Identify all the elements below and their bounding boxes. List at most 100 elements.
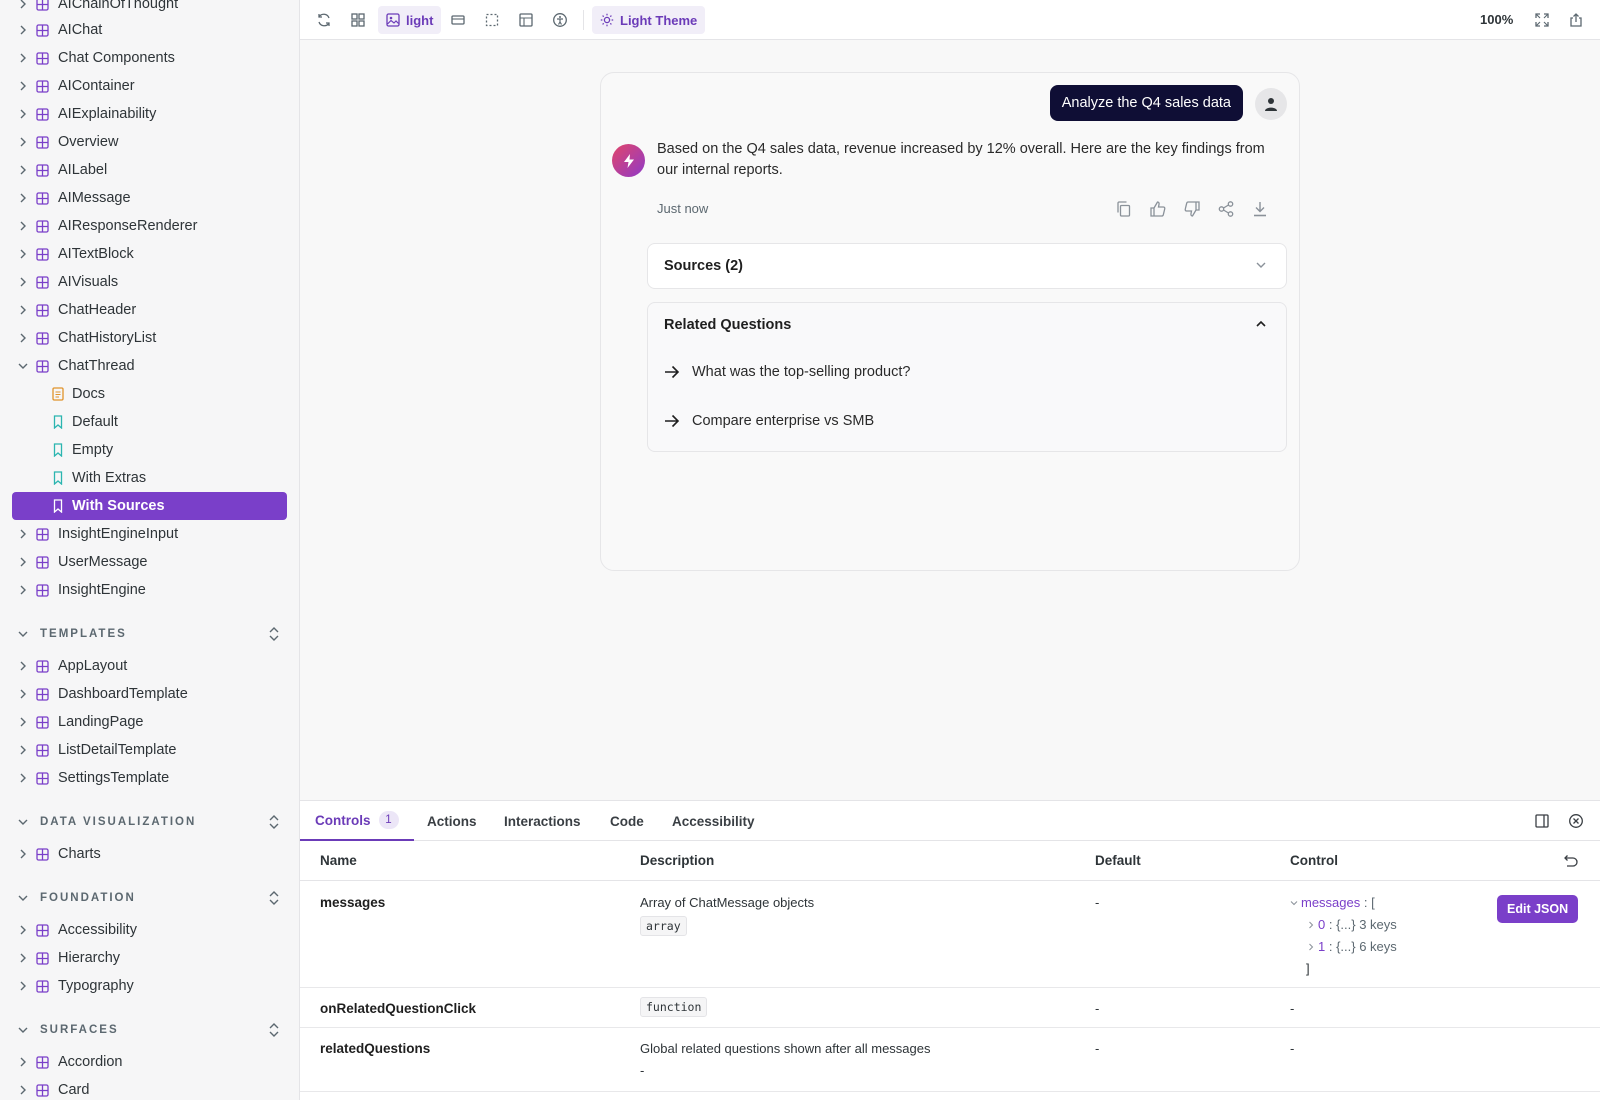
table-row: onRelatedQuestionClick function - - — [300, 988, 1600, 1028]
arg-description-text: Array of ChatMessage objects — [640, 895, 815, 910]
sidebar-item-landingpage[interactable]: LandingPage — [12, 708, 287, 736]
sidebar-item-label: Default — [72, 414, 118, 430]
toolbar-divider — [583, 10, 584, 30]
thumbs-down-button[interactable] — [1181, 198, 1203, 220]
sidebar-item-aimessage[interactable]: AIMessage — [12, 184, 287, 212]
download-button[interactable] — [1249, 198, 1271, 220]
sidebar-item-insightengine[interactable]: InsightEngine — [12, 576, 287, 604]
sidebar-story-docs[interactable]: Docs — [12, 380, 287, 408]
chevron-right-icon — [16, 717, 30, 727]
column-description: Description — [640, 853, 715, 868]
section-foundation[interactable]: FOUNDATION — [12, 886, 287, 910]
sidebar-item-applayout[interactable]: AppLayout — [12, 652, 287, 680]
sidebar-item-insightengineinput[interactable]: InsightEngineInput — [12, 520, 287, 548]
sidebar-story-with-sources[interactable]: With Sources — [12, 492, 287, 520]
sidebar-item-typography[interactable]: Typography — [12, 972, 287, 1000]
panel-tabs: Controls 1 Actions Interactions Code Acc… — [300, 801, 1600, 841]
component-icon — [36, 659, 49, 673]
table-row: messages Array of ChatMessage objects ar… — [300, 881, 1600, 988]
arg-control: - — [1290, 1041, 1295, 1056]
expand-collapse-icon[interactable] — [267, 813, 281, 831]
sidebar-item-label: Card — [58, 1082, 90, 1098]
reload-button[interactable] — [310, 6, 338, 34]
json-key: messages — [1301, 895, 1361, 910]
component-icon — [36, 79, 49, 93]
sidebar-item-overview[interactable]: Overview — [12, 128, 287, 156]
sidebar-item-aichat[interactable]: AIChat — [12, 16, 287, 44]
measure-icon — [519, 13, 533, 27]
related-question-item[interactable]: What was the top-selling product? — [648, 347, 1286, 396]
grid-button[interactable] — [344, 6, 372, 34]
section-data-visualization[interactable]: DATA VISUALIZATION — [12, 810, 287, 834]
theme-button[interactable]: Light Theme — [592, 6, 706, 34]
sidebar-item-chathistorylist[interactable]: ChatHistoryList — [12, 324, 287, 352]
sidebar-item-chat-components[interactable]: Chat Components — [12, 44, 287, 72]
sidebar-story-default[interactable]: Default — [12, 408, 287, 436]
sidebar-item-label: AIChainOfThought — [58, 0, 179, 12]
sidebar-item-accessibility[interactable]: Accessibility — [12, 916, 287, 944]
section-surfaces[interactable]: SURFACES — [12, 1018, 287, 1042]
sidebar-item-ailabel[interactable]: AILabel — [12, 156, 287, 184]
caret-down-icon — [1290, 901, 1298, 906]
viewport-button[interactable] — [444, 6, 472, 34]
sidebar-item-aitextblock[interactable]: AITextBlock — [12, 240, 287, 268]
sidebar-item-airesponserenderer[interactable]: AIResponseRenderer — [12, 212, 287, 240]
sources-header[interactable]: Sources (2) — [648, 244, 1286, 288]
json-node[interactable]: 0 : {...} 3 keys — [1290, 914, 1397, 936]
sidebar-item-chatthread[interactable]: ChatThread — [12, 352, 287, 380]
tab-accessibility[interactable]: Accessibility — [657, 801, 770, 841]
component-icon — [36, 583, 49, 597]
panel-orientation-icon[interactable] — [1534, 813, 1550, 829]
sources-accordion[interactable]: Sources (2) — [647, 243, 1287, 289]
sidebar-item-settingstemplate[interactable]: SettingsTemplate — [12, 764, 287, 792]
chevron-down-icon — [16, 894, 30, 902]
copy-button[interactable] — [1113, 198, 1135, 220]
zoom-level[interactable]: 100% — [1480, 12, 1513, 27]
thumbs-up-button[interactable] — [1147, 198, 1169, 220]
sidebar-story-with-extras[interactable]: With Extras — [12, 464, 287, 492]
sidebar-story-empty[interactable]: Empty — [12, 436, 287, 464]
chat-thread: Analyze the Q4 sales data Based on the Q… — [600, 72, 1300, 571]
tab-controls[interactable]: Controls 1 — [300, 801, 414, 841]
json-root[interactable]: messages : [ — [1290, 892, 1397, 914]
sidebar-item-hierarchy[interactable]: Hierarchy — [12, 944, 287, 972]
sidebar-item-chatheader[interactable]: ChatHeader — [12, 296, 287, 324]
sidebar-item-accordion[interactable]: Accordion — [12, 1048, 287, 1076]
column-default: Default — [1095, 853, 1141, 868]
tab-code[interactable]: Code — [595, 801, 659, 841]
outline-button[interactable] — [478, 6, 506, 34]
reset-icon[interactable] — [1562, 854, 1578, 868]
sidebar-item-aicontainer[interactable]: AIContainer — [12, 72, 287, 100]
tab-actions[interactable]: Actions — [412, 801, 492, 841]
component-icon — [36, 247, 49, 261]
expand-collapse-icon[interactable] — [267, 1021, 281, 1039]
related-questions-header[interactable]: Related Questions — [648, 303, 1286, 347]
chevron-down-icon — [16, 630, 30, 638]
json-node[interactable]: 1 : {...} 6 keys — [1290, 936, 1397, 958]
close-panel-icon[interactable] — [1568, 813, 1584, 829]
sidebar-item-usermessage[interactable]: UserMessage — [12, 548, 287, 576]
expand-collapse-icon[interactable] — [267, 889, 281, 907]
sidebar-item-aivisuals[interactable]: AIVisuals — [12, 268, 287, 296]
related-question-item[interactable]: Compare enterprise vs SMB — [648, 396, 1286, 445]
measure-button[interactable] — [512, 6, 540, 34]
expand-collapse-icon[interactable] — [267, 625, 281, 643]
edit-json-button[interactable]: Edit JSON — [1497, 895, 1579, 923]
accessibility-button[interactable] — [546, 6, 574, 34]
background-button[interactable]: light — [378, 6, 442, 34]
sidebar-item-aiexplainability[interactable]: AIExplainability — [12, 100, 287, 128]
document-icon — [52, 387, 64, 401]
sidebar-item-card[interactable]: Card — [12, 1076, 287, 1100]
chevron-right-icon — [16, 81, 30, 91]
lightning-icon — [623, 153, 634, 168]
tab-interactions[interactable]: Interactions — [489, 801, 596, 841]
sidebar-item-label: AIContainer — [58, 78, 135, 94]
sidebar-item-dashboardtemplate[interactable]: DashboardTemplate — [12, 680, 287, 708]
share-button[interactable] — [1562, 6, 1590, 34]
arg-default: - — [1095, 895, 1100, 910]
sidebar-item-charts[interactable]: Charts — [12, 840, 287, 868]
section-templates[interactable]: TEMPLATES — [12, 622, 287, 646]
sidebar-item-listdetailtemplate[interactable]: ListDetailTemplate — [12, 736, 287, 764]
fullscreen-button[interactable] — [1528, 6, 1556, 34]
share-message-button[interactable] — [1215, 198, 1237, 220]
